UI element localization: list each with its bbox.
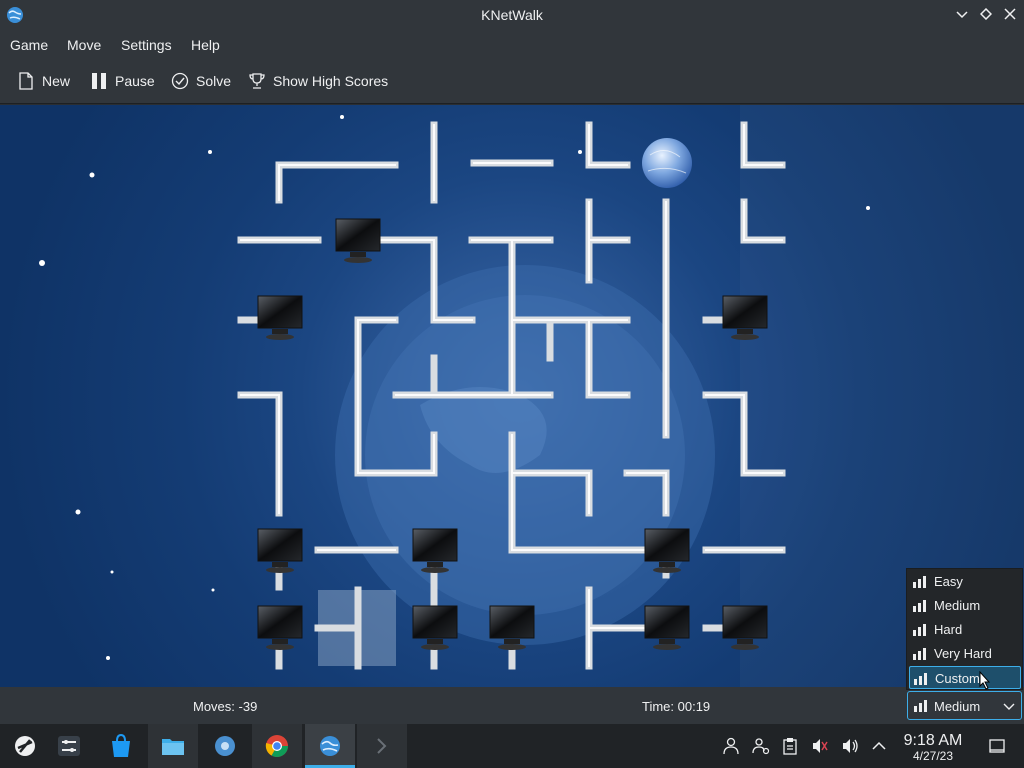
server-globe[interactable] <box>642 138 692 188</box>
signal-bars-icon <box>914 673 927 685</box>
taskbar-file-manager[interactable] <box>148 724 198 768</box>
clipboard-icon[interactable] <box>781 737 799 755</box>
close-button[interactable] <box>1001 6 1019 24</box>
statusbar: Moves: -39 Time: 00:19 <box>0 687 1024 724</box>
difficulty-option-medium[interactable]: Medium <box>909 594 1021 617</box>
user-icon[interactable] <box>722 737 740 755</box>
tray-expand-icon[interactable] <box>870 737 888 755</box>
minimize-button[interactable] <box>953 6 971 24</box>
taskbar-knetwalk[interactable] <box>305 724 355 768</box>
taskbar-system-settings[interactable] <box>44 724 94 768</box>
high-scores-label: Show High Scores <box>273 73 389 89</box>
close-icon <box>1004 8 1016 20</box>
new-game-label: New <box>42 73 71 89</box>
checkmark-circle-icon <box>171 72 189 90</box>
time-counter: Time: 00:19 <box>642 699 711 714</box>
difficulty-combobox[interactable]: Medium <box>907 691 1022 720</box>
moves-counter: Moves: -39 <box>193 699 258 714</box>
difficulty-option-easy[interactable]: Easy <box>909 570 1021 593</box>
clock-time[interactable]: 9:18 AM <box>898 732 968 750</box>
signal-bars-icon <box>913 624 926 636</box>
diamond-icon <box>979 7 993 21</box>
difficulty-current: Medium <box>934 699 981 714</box>
chevron-down-icon <box>1003 703 1015 710</box>
settings-gear-icon <box>215 736 235 756</box>
terminal-icon <box>377 738 387 754</box>
taskbar-discover[interactable] <box>96 724 146 768</box>
audio-muted-icon[interactable] <box>811 737 829 755</box>
volume-icon[interactable] <box>841 737 859 755</box>
taskbar-chrome[interactable] <box>252 724 302 768</box>
signal-bars-icon <box>914 700 927 712</box>
chevron-down-icon <box>956 11 968 19</box>
signal-bars-icon <box>913 648 926 660</box>
pause-button[interactable]: Pause <box>90 70 155 92</box>
solve-label: Solve <box>196 73 232 89</box>
menu-settings[interactable]: Settings <box>121 37 172 53</box>
high-scores-button[interactable]: Show High Scores <box>248 70 388 92</box>
show-desktop-icon[interactable] <box>988 737 1006 755</box>
difficulty-dropdown: Easy Medium Hard Very Hard Custom <box>906 568 1023 690</box>
game-board[interactable] <box>0 105 1024 687</box>
knetwalk-icon <box>320 736 340 756</box>
signal-bars-icon <box>913 600 926 612</box>
menu-help[interactable]: Help <box>191 37 220 53</box>
taskbar-launcher[interactable] <box>0 724 50 768</box>
pause-label: Pause <box>115 73 155 89</box>
pause-icon <box>92 73 106 89</box>
taskbar <box>0 724 1024 768</box>
file-manager-icon <box>162 739 184 755</box>
window-title: KNetWalk <box>481 7 543 23</box>
menu-game[interactable]: Game <box>10 37 48 53</box>
signal-bars-icon <box>913 576 926 588</box>
menubar: Game Move Settings Help <box>0 30 1024 58</box>
toolbar: New Pause Solve Show High Scores <box>0 58 1024 104</box>
trophy-icon <box>249 73 265 89</box>
difficulty-option-custom[interactable]: Custom <box>909 666 1021 689</box>
difficulty-option-very-hard[interactable]: Very Hard <box>909 642 1021 665</box>
plasma-launcher-icon <box>15 736 35 756</box>
new-document-icon <box>19 72 33 90</box>
maximize-button[interactable] <box>977 6 995 24</box>
new-game-button[interactable]: New <box>17 70 70 92</box>
window-titlebar: KNetWalk <box>0 0 1024 30</box>
taskbar-settings[interactable] <box>200 724 250 768</box>
mouse-pointer-icon <box>979 671 991 690</box>
clock-date[interactable]: 4/27/23 <box>898 749 968 763</box>
discover-store-icon <box>112 733 130 757</box>
accounts-icon[interactable] <box>752 737 770 755</box>
board-canvas[interactable] <box>0 105 1024 687</box>
system-settings-sliders-icon <box>58 736 80 756</box>
taskbar-terminal[interactable] <box>357 724 407 768</box>
difficulty-option-hard[interactable]: Hard <box>909 618 1021 641</box>
chrome-icon <box>265 735 288 757</box>
solve-button[interactable]: Solve <box>171 70 231 92</box>
menu-move[interactable]: Move <box>67 37 101 53</box>
